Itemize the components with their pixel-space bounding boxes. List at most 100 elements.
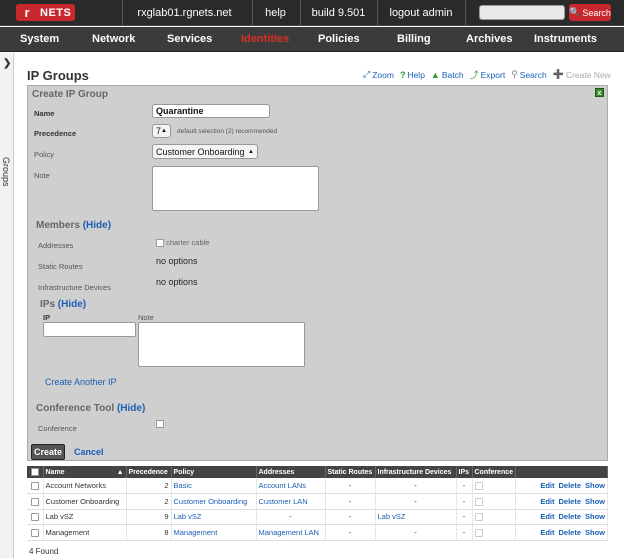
column-header-infrastructure[interactable]: Infrastructure Devices (375, 466, 457, 478)
row-addresses-link[interactable]: Customer LAN (259, 497, 308, 506)
nav-archives[interactable]: Archives (466, 27, 512, 52)
row-addresses-link[interactable]: Management LAN (259, 528, 319, 537)
conference-tool-title: Conference Tool (36, 403, 115, 414)
row-conference-cell (472, 509, 517, 525)
nav-instruments[interactable]: Instruments (534, 27, 597, 52)
members-hide-link[interactable]: (Hide) (83, 220, 111, 231)
ips-section-header: IPs (Hide) (40, 299, 86, 310)
row-infrastructure: - (375, 493, 457, 510)
show-link[interactable]: Show (585, 481, 605, 490)
column-header-ips[interactable]: IPs (456, 466, 473, 478)
zoom-button[interactable]: ⤢ Zoom (363, 68, 394, 81)
show-link[interactable]: Show (585, 512, 605, 521)
help-link[interactable]: help (252, 0, 298, 26)
row-policy-link[interactable]: Lab vSZ (174, 512, 202, 521)
column-header-policy[interactable]: Policy (171, 466, 257, 478)
table-header-row: Name ▲ Precedence Policy Addresses Static… (27, 466, 608, 478)
row-actions: Edit Delete Show (515, 509, 608, 525)
create-new-button[interactable]: ➕ Create New (553, 68, 611, 81)
ips-title: IPs (40, 299, 56, 310)
select-all-checkbox[interactable] (30, 468, 39, 476)
row-policy-link[interactable]: Customer Onboarding (174, 497, 248, 506)
logout-link[interactable]: logout admin (377, 0, 464, 26)
row-conference-checkbox (474, 482, 483, 490)
name-field[interactable]: Quarantine (152, 104, 270, 118)
edit-link[interactable]: Edit (540, 481, 554, 490)
nav-network[interactable]: Network (92, 27, 135, 52)
edit-link[interactable]: Edit (540, 512, 554, 521)
precedence-select[interactable]: 7 ▲︎ (152, 124, 171, 138)
column-header-conference[interactable]: Conference (472, 466, 517, 478)
row-ips: - (456, 509, 473, 525)
export-label: Export (480, 69, 506, 80)
row-name: Account Networks (43, 478, 127, 494)
rgnets-logo[interactable]: r NETS (16, 4, 76, 21)
ip-note-textarea[interactable] (138, 322, 305, 367)
row-conference-cell (472, 493, 517, 510)
conference-checkbox[interactable] (156, 420, 164, 428)
row-name: Customer Onboarding (43, 493, 127, 510)
search-tool-button[interactable]: ⚲ Search (511, 68, 547, 81)
help-button[interactable]: ? Help (400, 68, 425, 81)
show-link[interactable]: Show (585, 497, 605, 506)
row-static-routes: - (325, 524, 376, 541)
row-checkbox[interactable] (30, 497, 39, 506)
batch-button[interactable]: ▲ Batch (431, 68, 464, 81)
row-name: Management (43, 524, 127, 541)
row-precedence: 9 (126, 509, 172, 525)
chevron-right-icon[interactable]: ❯ (3, 58, 11, 69)
cancel-link[interactable]: Cancel (74, 447, 104, 457)
build-version: build 9.501 (300, 0, 376, 26)
chevron-updown-icon: ▲︎ (248, 148, 254, 155)
row-actions: Edit Delete Show (515, 524, 608, 541)
row-policy-cell: Management (171, 524, 257, 541)
nav-services[interactable]: Services (167, 27, 212, 52)
edit-link[interactable]: Edit (540, 528, 554, 537)
search-button-label: Search (582, 7, 611, 18)
nav-system[interactable]: System (20, 27, 59, 52)
row-select-cell (27, 493, 44, 510)
show-link[interactable]: Show (585, 528, 605, 537)
column-header-precedence[interactable]: Precedence (126, 466, 172, 478)
create-button[interactable]: Create (31, 444, 65, 460)
groups-sidebar[interactable]: ❯ Groups (0, 53, 14, 558)
global-search-input[interactable] (479, 5, 565, 20)
ip-address-input[interactable] (43, 322, 136, 337)
nav-policies[interactable]: Policies (318, 27, 360, 52)
nav-identities[interactable]: Identities (241, 27, 289, 52)
row-addresses: - (256, 509, 326, 525)
global-search-button[interactable]: 🔍 Search (569, 4, 611, 21)
create-another-ip-link[interactable]: Create Another IP (45, 377, 117, 387)
row-conference-cell (472, 524, 517, 541)
close-icon[interactable]: x (595, 88, 604, 97)
column-header-addresses[interactable]: Addresses (256, 466, 326, 478)
row-checkbox[interactable] (30, 513, 39, 522)
row-checkbox[interactable] (30, 528, 39, 537)
note-textarea[interactable] (152, 166, 319, 211)
ip-note-column-label: Note (138, 313, 154, 322)
column-header-name[interactable]: Name ▲ (43, 466, 127, 478)
static-routes-label: Static Routes (38, 262, 83, 271)
nav-billing[interactable]: Billing (397, 27, 431, 52)
row-static-routes: - (325, 478, 376, 494)
row-conference-checkbox (474, 528, 483, 537)
row-addresses-link[interactable]: Account LANs (259, 481, 307, 490)
column-header-static-routes[interactable]: Static Routes (325, 466, 376, 478)
select-all-header (27, 466, 44, 478)
delete-link[interactable]: Delete (558, 528, 581, 537)
edit-link[interactable]: Edit (540, 497, 554, 506)
row-policy-link[interactable]: Basic (174, 481, 192, 490)
conference-hide-link[interactable]: (Hide) (117, 403, 145, 414)
row-checkbox[interactable] (30, 482, 39, 490)
delete-link[interactable]: Delete (558, 481, 581, 490)
policy-select[interactable]: Customer Onboarding ▲︎ (152, 144, 258, 159)
delete-link[interactable]: Delete (558, 497, 581, 506)
top-bar: r NETS rxglab01.rgnets.net help build 9.… (0, 0, 624, 26)
row-precedence: 2 (126, 493, 172, 510)
ips-hide-link[interactable]: (Hide) (58, 299, 86, 310)
row-infrastructure-link[interactable]: Lab vSZ (378, 512, 406, 521)
export-button[interactable]: ⤴ Export (470, 68, 506, 81)
address-checkbox[interactable] (156, 239, 164, 248)
row-policy-link[interactable]: Management (174, 528, 218, 537)
delete-link[interactable]: Delete (558, 512, 581, 521)
